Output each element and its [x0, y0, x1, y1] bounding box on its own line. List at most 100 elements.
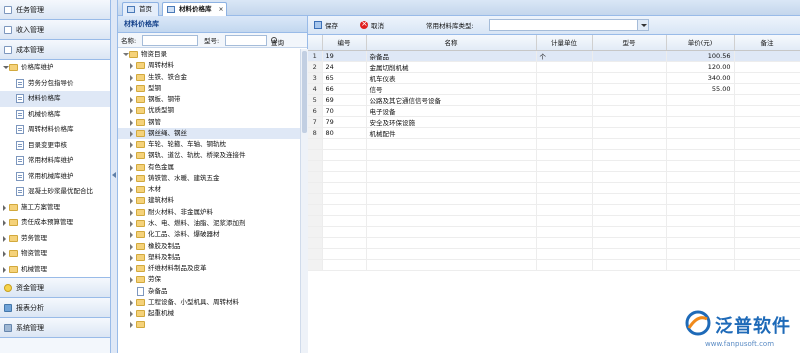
- nav-section-task[interactable]: 任务管理: [0, 0, 110, 20]
- expand-right-icon[interactable]: [130, 63, 133, 70]
- cell-name[interactable]: 杂备品: [366, 50, 537, 62]
- cell-name[interactable]: 公路及其它通信信号设备: [366, 94, 537, 106]
- nav-tree-folder[interactable]: 施工方案管理: [0, 200, 110, 216]
- cell-model[interactable]: [592, 94, 667, 106]
- nav-section-system[interactable]: 系统管理: [0, 318, 110, 338]
- cancel-button[interactable]: 取消: [360, 19, 384, 30]
- table-row[interactable]: 8 80 机械配件: [308, 127, 800, 139]
- cell-price[interactable]: [666, 105, 735, 117]
- catalog-item[interactable]: 生铁、铁合金: [118, 72, 300, 83]
- expand-right-icon[interactable]: [130, 175, 133, 182]
- tab-home[interactable]: 首页: [122, 2, 159, 16]
- cell-name[interactable]: 安全及环保设施: [366, 116, 537, 128]
- cell-unit[interactable]: [536, 116, 593, 128]
- material-type-select[interactable]: [489, 19, 649, 31]
- catalog-item[interactable]: 水、电、燃料、油脂、泥浆添加剂: [118, 218, 300, 229]
- expand-right-icon[interactable]: [130, 108, 133, 115]
- cell-unit[interactable]: [536, 127, 593, 139]
- cell-note[interactable]: [734, 83, 800, 95]
- cell-model[interactable]: [592, 72, 667, 84]
- catalog-item[interactable]: 车轮、轮箍、车轴、钢轨枕: [118, 139, 300, 150]
- catalog-item[interactable]: 钢丝绳、钢丝: [118, 127, 300, 140]
- nav-tree-item[interactable]: 机械价格库: [0, 107, 110, 123]
- cell-note[interactable]: [734, 50, 800, 62]
- cell-note[interactable]: [734, 61, 800, 73]
- table-row[interactable]: 6 70 电子设备: [308, 105, 800, 117]
- cell-code[interactable]: 66: [322, 83, 367, 95]
- nav-tree-folder[interactable]: 机械管理: [0, 262, 110, 278]
- cell-model[interactable]: [592, 105, 667, 117]
- col-header-name[interactable]: 名称: [366, 35, 537, 51]
- col-header-note[interactable]: 备注: [734, 35, 800, 51]
- expand-right-icon[interactable]: [130, 85, 133, 92]
- cell-price[interactable]: [666, 94, 735, 106]
- expand-right-icon[interactable]: [130, 187, 133, 194]
- catalog-item[interactable]: 化工品、涂料、爆破器材: [118, 229, 300, 240]
- cell-name[interactable]: 机车仪表: [366, 72, 537, 84]
- nav-tree-folder[interactable]: 劳务管理: [0, 231, 110, 247]
- expand-right-icon[interactable]: [130, 299, 133, 306]
- cell-unit[interactable]: [536, 105, 593, 117]
- catalog-item[interactable]: 钢轨、道岔、轨枕、桥梁及连接件: [118, 150, 300, 161]
- table-row[interactable]: 1 19 杂备品个 100.56: [308, 50, 800, 62]
- cell-code[interactable]: 19: [322, 50, 367, 62]
- catalog-item[interactable]: 劳保: [118, 274, 300, 285]
- expand-right-icon[interactable]: [130, 277, 133, 284]
- expand-right-icon[interactable]: [130, 254, 133, 261]
- catalog-item[interactable]: 杂备品: [118, 286, 300, 297]
- nav-tree-item[interactable]: 周转材料价格库: [0, 122, 110, 138]
- cell-code[interactable]: 69: [322, 94, 367, 106]
- expand-right-icon[interactable]: [130, 119, 133, 126]
- catalog-item[interactable]: 建筑材料: [118, 195, 300, 206]
- expand-right-icon[interactable]: [130, 209, 133, 216]
- scrollbar-thumb[interactable]: [302, 51, 307, 133]
- cell-note[interactable]: [734, 94, 800, 106]
- nav-section-money[interactable]: 资金管理: [0, 278, 110, 298]
- catalog-item[interactable]: 橡胶及制品: [118, 241, 300, 252]
- cell-price[interactable]: 340.00: [666, 72, 735, 84]
- expand-right-icon[interactable]: [3, 204, 6, 211]
- expand-right-icon[interactable]: [130, 97, 133, 104]
- model-input[interactable]: [225, 35, 267, 46]
- expand-right-icon[interactable]: [130, 130, 133, 137]
- cell-code[interactable]: 79: [322, 116, 367, 128]
- cell-unit[interactable]: [536, 94, 593, 106]
- table-row[interactable]: 7 79 安全及环保设施: [308, 116, 800, 128]
- cell-code[interactable]: 70: [322, 105, 367, 117]
- expand-right-icon[interactable]: [130, 198, 133, 205]
- cell-note[interactable]: [734, 116, 800, 128]
- close-icon[interactable]: ×: [218, 3, 223, 16]
- expand-right-icon[interactable]: [3, 266, 6, 273]
- name-input[interactable]: [142, 35, 198, 46]
- catalog-item[interactable]: 塑料及制品: [118, 252, 300, 263]
- expand-right-icon[interactable]: [130, 142, 133, 149]
- table-row[interactable]: 2 24 金属切削机械 120.00: [308, 61, 800, 73]
- nav-tree-item[interactable]: 材料价格库: [0, 91, 110, 107]
- nav-section-report[interactable]: 报表分析: [0, 298, 110, 318]
- nav-section-cost[interactable]: 成本管理: [0, 40, 110, 60]
- expand-right-icon[interactable]: [130, 153, 133, 160]
- cell-code[interactable]: 24: [322, 61, 367, 73]
- cell-unit[interactable]: [536, 83, 593, 95]
- cell-code[interactable]: 65: [322, 72, 367, 84]
- catalog-item[interactable]: 纤维材料制品及皮革: [118, 263, 300, 274]
- cell-name[interactable]: 金属切削机械: [366, 61, 537, 73]
- tree-scrollbar[interactable]: [300, 49, 308, 353]
- cell-note[interactable]: [734, 72, 800, 84]
- cell-note[interactable]: [734, 105, 800, 117]
- nav-tree-folder[interactable]: 价格库维护: [0, 60, 110, 76]
- catalog-item[interactable]: 周转材料: [118, 60, 300, 71]
- cell-price[interactable]: [666, 127, 735, 139]
- expand-right-icon[interactable]: [3, 251, 6, 257]
- col-header-price[interactable]: 单价(元): [666, 35, 735, 51]
- nav-tree-item[interactable]: 混凝土砂浆最优配合比: [0, 184, 110, 200]
- cell-model[interactable]: [592, 83, 667, 95]
- col-header-unit[interactable]: 计量单位: [536, 35, 593, 51]
- save-button[interactable]: 保存: [314, 20, 338, 30]
- cell-unit[interactable]: 个: [536, 50, 593, 62]
- expand-right-icon[interactable]: [130, 74, 133, 81]
- catalog-item[interactable]: 钢管: [118, 117, 300, 128]
- expand-right-icon[interactable]: [130, 220, 133, 227]
- table-row[interactable]: 3 65 机车仪表 340.00: [308, 72, 800, 84]
- table-row[interactable]: 4 66 信号 55.00: [308, 83, 800, 95]
